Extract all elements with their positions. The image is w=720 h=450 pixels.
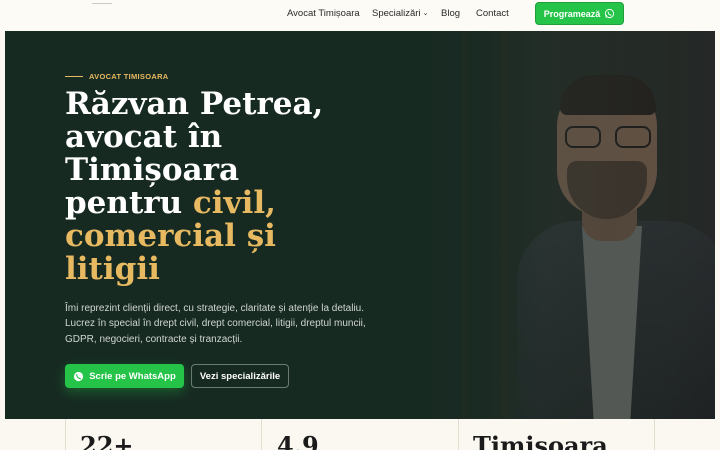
nav-link-specializari[interactable]: Specializări ⌄ — [372, 8, 428, 19]
eyebrow-line — [65, 76, 83, 77]
nav-link-contact[interactable]: Contact — [476, 8, 509, 19]
headline-gold-2: comercial și — [65, 218, 276, 254]
whatsapp-button-label: Scrie pe WhatsApp — [89, 370, 176, 382]
stats-bar: 22+ 4.9 Timișoara — [0, 419, 720, 450]
specializations-button-label: Vezi specializările — [199, 370, 281, 382]
hero-description: Îmi reprezint clienții direct, cu strate… — [65, 303, 366, 345]
headline-gold-3: litigii — [65, 251, 160, 287]
headline-gold-1: civil, — [192, 185, 276, 221]
headline-line-3: Timișoara — [65, 152, 240, 188]
chevron-down-icon: ⌄ — [422, 10, 429, 17]
stat-years: 22+ — [80, 431, 134, 450]
headline-line-1: Răzvan Petrea, — [65, 86, 324, 122]
stat-divider — [458, 419, 459, 450]
headline-line-4: pentru — [65, 185, 193, 221]
specializations-button[interactable]: Vezi specializările — [191, 364, 289, 388]
nav-link-blog[interactable]: Blog — [441, 8, 460, 19]
whatsapp-icon — [74, 371, 84, 381]
programeaza-label: Programează — [543, 8, 601, 19]
whatsapp-icon — [605, 8, 615, 19]
stat-divider — [261, 419, 262, 450]
lawyer-portrait-photo — [432, 31, 715, 419]
photo-overlay — [432, 31, 715, 419]
stat-city: Timișoara — [473, 431, 608, 450]
top-navigation: Avocat Timișoara Specializări ⌄ Blog Cont… — [0, 0, 720, 31]
stat-divider — [65, 419, 66, 450]
programeaza-button[interactable]: Programează — [535, 2, 624, 25]
stat-rating: 4.9 — [277, 431, 319, 450]
nav-link-specializari-label: Specializări — [372, 8, 421, 19]
nav-link-avocat-timisoara[interactable]: Avocat Timișoara — [287, 8, 360, 19]
headline-line-2: avocat în — [65, 119, 223, 155]
eyebrow-text: AVOCAT TIMISOARA — [89, 72, 169, 81]
hero-headline: Răzvan Petrea, avocat în Timișoara pentr… — [65, 88, 425, 286]
whatsapp-button[interactable]: Scrie pe WhatsApp — [65, 364, 184, 388]
hero-section: AVOCAT TIMISOARA Răzvan Petrea, avocat î… — [5, 31, 715, 419]
logo-fragment — [92, 3, 112, 4]
hero-eyebrow: AVOCAT TIMISOARA — [65, 72, 169, 81]
stat-divider — [654, 419, 655, 450]
